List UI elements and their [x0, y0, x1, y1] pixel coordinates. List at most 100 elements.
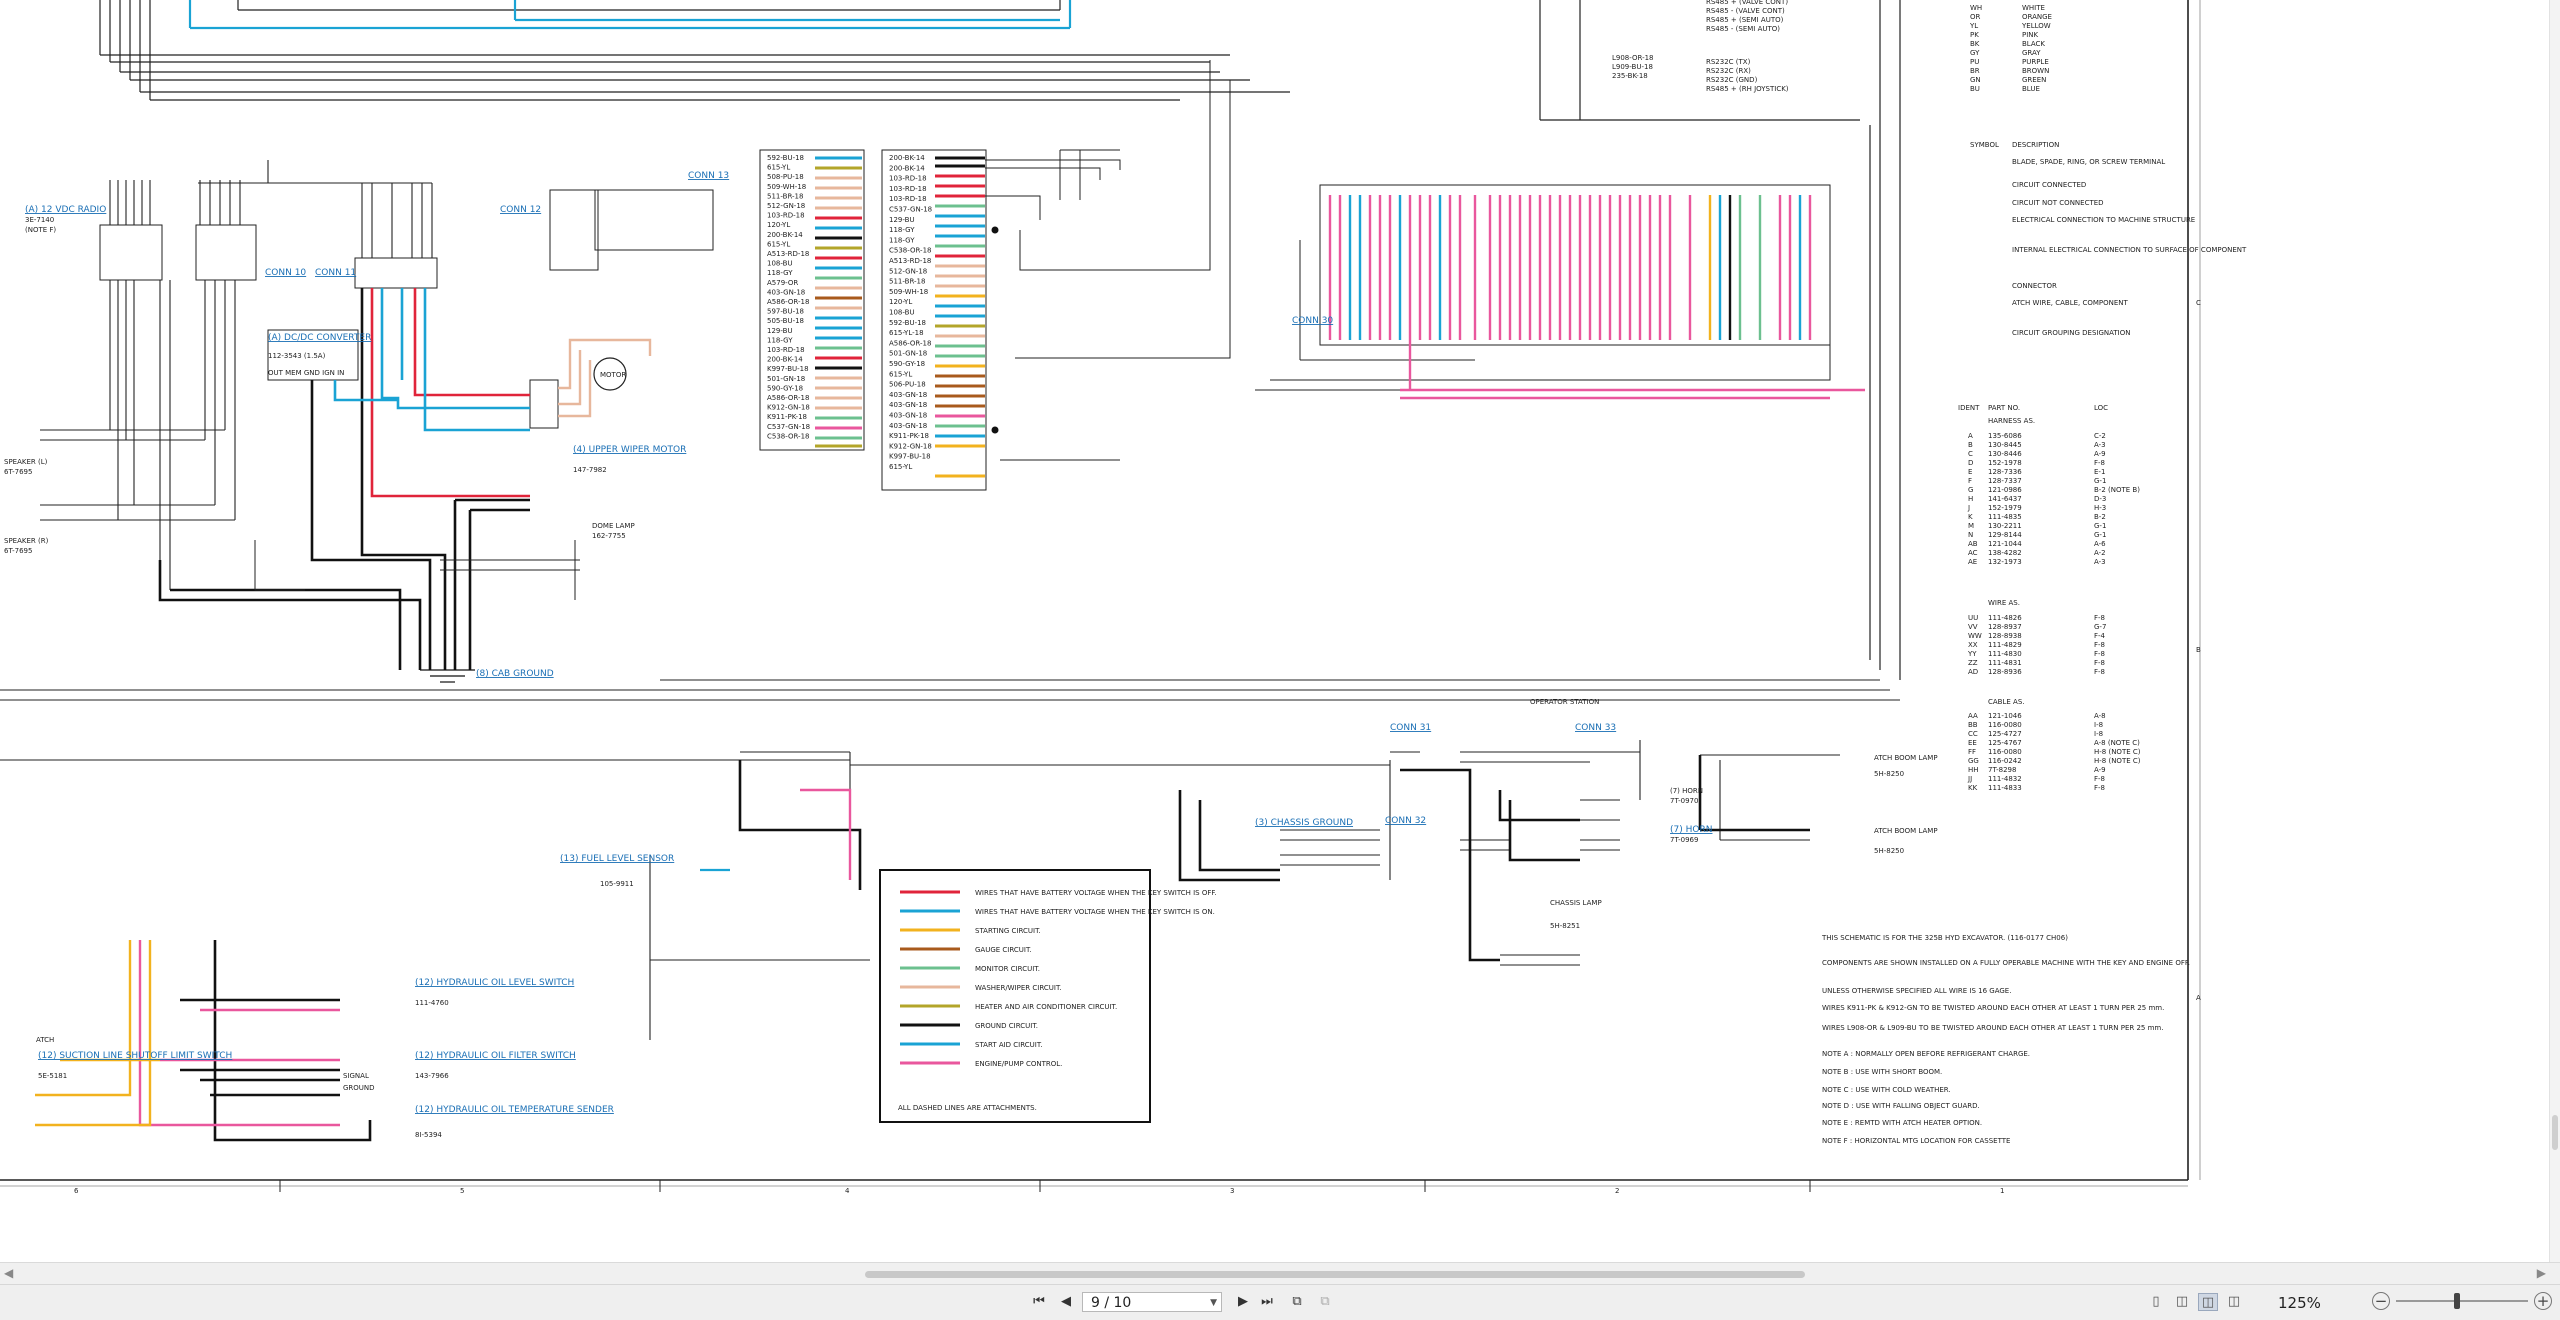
- wire-ident: AD: [1968, 668, 1978, 676]
- symbols-description-header: DESCRIPTION: [2012, 141, 2059, 149]
- continuous-view-icon[interactable]: ◫: [2172, 1293, 2192, 1311]
- wire-part: 111-4829: [1988, 641, 2022, 649]
- wire-label: C537-GN-18: [767, 423, 810, 431]
- cable-part: 111-4833: [1988, 784, 2022, 792]
- wire-loc: F-8: [2094, 614, 2105, 622]
- chassis-ground-label: (3) CHASSIS GROUND: [1255, 818, 1353, 828]
- signal-name: RS485 - (SEMI AUTO): [1706, 25, 1780, 33]
- wire-loc: F-8: [2094, 659, 2105, 667]
- wire-label: 129-BU: [889, 216, 915, 224]
- harness-part: 121-1044: [1988, 540, 2022, 548]
- row-letter-a: A: [2196, 994, 2201, 1002]
- zoom-slider[interactable]: [2396, 1300, 2528, 1302]
- wire-label: 118-GY: [767, 269, 793, 277]
- horn2-part: 7T-0969: [1670, 836, 1698, 844]
- wire-label: K997-BU-18: [767, 365, 809, 373]
- harness-loc: G-1: [2094, 531, 2106, 539]
- wire-label: 512-GN-18: [889, 267, 927, 275]
- wire-label: K997-BU-18: [889, 453, 931, 461]
- wire-label: A513-RD-18: [767, 250, 809, 258]
- two-page-view-icon[interactable]: ◫: [2198, 1293, 2218, 1311]
- harness-part: 128-7337: [1988, 477, 2022, 485]
- color-name: PINK: [2022, 31, 2039, 39]
- wire-loc: G-7: [2094, 623, 2106, 631]
- horizontal-scrollbar[interactable]: ◀ ▶: [0, 1262, 2560, 1285]
- top-right-wire: L908-OR-18: [1612, 54, 1654, 62]
- radio-note: (NOTE F): [25, 226, 56, 234]
- dome-part: 162-7755: [592, 532, 626, 540]
- wire-label: A586-OR-18: [889, 339, 931, 347]
- cable-part: 125-4767: [1988, 739, 2022, 747]
- wire-label: 200-BK-14: [889, 154, 925, 162]
- legend: WIRES THAT HAVE BATTERY VOLTAGE WHEN THE…: [898, 889, 1217, 1112]
- harness-loc: F-8: [2094, 459, 2105, 467]
- wire-label: 129-BU: [767, 327, 793, 335]
- last-page-icon[interactable]: ⏭: [1258, 1293, 1276, 1311]
- vertical-scroll-thumb[interactable]: [2552, 1115, 2558, 1150]
- signal-name: RS485 + (RH JOYSTICK): [1706, 85, 1789, 93]
- zoom-level: 125%: [2278, 1294, 2321, 1312]
- harness-ident: M: [1968, 522, 1974, 530]
- wire-label: 103-RD-18: [889, 185, 927, 193]
- wire-ident: XX: [1968, 641, 1978, 649]
- wire-label: 615-YL-18: [889, 329, 924, 337]
- ident-header: IDENT: [1958, 404, 1980, 412]
- scroll-left-arrow-icon[interactable]: ◀: [4, 1266, 13, 1280]
- wire-label: K912-GN-18: [767, 404, 810, 412]
- document-viewport[interactable]: MOTOR WIRES THAT HAVE BATTERY VOLTAGE WH…: [0, 0, 2560, 1262]
- chassis-lamp-label: CHASSIS LAMP: [1550, 899, 1602, 907]
- harness-part: 130-8445: [1988, 441, 2022, 449]
- wire-part: 128-8937: [1988, 623, 2022, 631]
- column-number-2: 2: [1615, 1187, 1619, 1195]
- loc-header: LOC: [2094, 404, 2108, 412]
- wire-part: 111-4826: [1988, 614, 2022, 622]
- wire-part: 128-8936: [1988, 668, 2022, 676]
- next-view-icon[interactable]: ⧉: [1316, 1293, 1334, 1311]
- previous-page-icon[interactable]: ◀: [1057, 1293, 1075, 1311]
- harness-part: 141-6437: [1988, 495, 2022, 503]
- legend-item-text: GROUND CIRCUIT.: [975, 1022, 1038, 1030]
- harness-loc: A-3: [2094, 441, 2106, 449]
- wire-label: 508-PU-18: [767, 173, 804, 181]
- next-page-icon[interactable]: ▶: [1234, 1293, 1252, 1311]
- atch-label: ATCH: [36, 1036, 54, 1044]
- scroll-right-arrow-icon[interactable]: ▶: [2537, 1266, 2546, 1280]
- symbol-description: BLADE, SPADE, RING, OR SCREW TERMINAL: [2012, 158, 2165, 166]
- zoom-in-icon[interactable]: +: [2534, 1292, 2552, 1310]
- harness-ident: F: [1968, 477, 1972, 485]
- wire-label: 509-WH-18: [889, 288, 928, 296]
- schematic-note: NOTE F : HORIZONTAL MTG LOCATION FOR CAS…: [1822, 1137, 2010, 1145]
- vertical-scrollbar[interactable]: [2549, 0, 2560, 1262]
- page-number-field[interactable]: 9 / 10 ▼: [1082, 1292, 1222, 1312]
- scrolling-two-page-icon[interactable]: ◫: [2224, 1293, 2244, 1311]
- color-name: BLACK: [2022, 40, 2045, 48]
- wire-label: 118-GY: [889, 226, 915, 234]
- hyd-level-part: 111-4760: [415, 999, 449, 1007]
- first-page-icon[interactable]: ⏮: [1030, 1293, 1048, 1311]
- wire-label: 511-BR-18: [767, 192, 803, 200]
- harness-loc: A-6: [2094, 540, 2106, 548]
- symbol-description: ELECTRICAL CONNECTION TO MACHINE STRUCTU…: [2012, 216, 2195, 224]
- cable-loc: I-8: [2094, 730, 2103, 738]
- converter-label: (A) DC/DC CONVERTER: [268, 333, 371, 343]
- horizontal-scroll-thumb[interactable]: [865, 1271, 1805, 1278]
- zoom-slider-handle[interactable]: [2454, 1293, 2460, 1309]
- wire-label: 501-GN-18: [889, 350, 927, 358]
- chevron-down-icon[interactable]: ▼: [1210, 1293, 1217, 1313]
- zoom-out-icon[interactable]: −: [2372, 1292, 2390, 1310]
- wire-label: 615-YL: [767, 240, 790, 248]
- wire-label: 108-BU: [889, 309, 915, 317]
- wire-label: C538-OR-18: [767, 432, 810, 440]
- schematic-note: WIRES L908-OR & L909-BU TO BE TWISTED AR…: [1822, 1024, 2163, 1032]
- previous-view-icon[interactable]: ⧉: [1288, 1293, 1306, 1311]
- color-code: PK: [1970, 31, 1979, 39]
- harness-loc: B-2: [2094, 513, 2106, 521]
- wire-part: 111-4831: [1988, 659, 2022, 667]
- harness-loc: B-2 (NOTE B): [2094, 486, 2140, 494]
- boom-lamp-1-part: 5H-8250: [1874, 770, 1904, 778]
- cable-loc: H-8 (NOTE C): [2094, 757, 2141, 765]
- wire-label: K912-GN-18: [889, 442, 932, 450]
- single-page-view-icon[interactable]: ▯: [2146, 1293, 2166, 1311]
- speaker-r-part: 6T-7695: [4, 547, 32, 555]
- wire-label: 103-RD-18: [889, 195, 927, 203]
